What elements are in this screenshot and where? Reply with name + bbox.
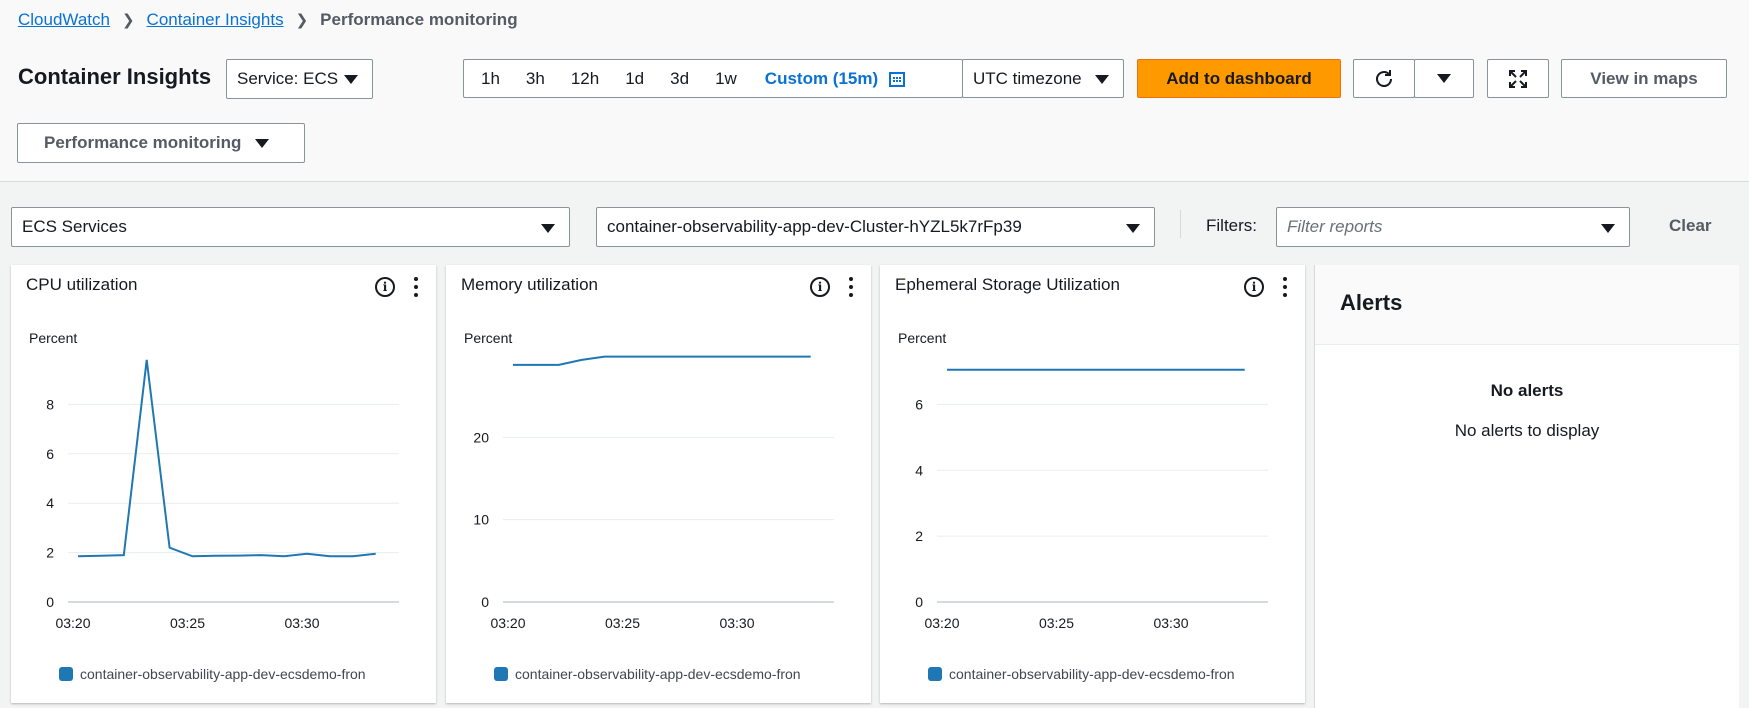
- alerts-panel: Alerts No alerts No alerts to display: [1314, 265, 1739, 708]
- timezone-value: UTC timezone: [973, 68, 1082, 88]
- series-line: [77, 359, 376, 558]
- cpu-utilization-panel: CPU utilization i Percent 0 2 4 6 8 03:20 03:2…: [11, 265, 436, 703]
- y-tick-label: 10: [473, 512, 489, 528]
- memory-chart: 0 10 20 03:20 03:25 03:30: [473, 355, 834, 631]
- caret-down-icon: [1437, 74, 1451, 83]
- view-in-maps-button[interactable]: View in maps: [1561, 59, 1727, 98]
- x-tick-label: 03:20: [924, 615, 959, 631]
- cpu-chart: 0 2 4 6 8 03:20 03:25 03:30: [46, 359, 399, 631]
- chevron-right-icon: ❯: [295, 12, 309, 29]
- y-tick-label: 2: [46, 545, 54, 561]
- legend-swatch: [928, 667, 942, 681]
- x-tick-label: 03:30: [1153, 615, 1188, 631]
- x-tick-label: 03:20: [490, 615, 525, 631]
- legend-label: container-observability-app-dev-ecsdemo-…: [949, 666, 1235, 682]
- filter-placeholder: Filter reports: [1287, 217, 1383, 236]
- range-custom[interactable]: Custom (15m): [765, 69, 878, 89]
- range-12h[interactable]: 12h: [571, 69, 599, 89]
- caret-down-icon: [1126, 224, 1140, 233]
- clear-button[interactable]: Clear: [1669, 216, 1712, 236]
- divider: [1180, 210, 1181, 238]
- y-tick-label: 4: [46, 495, 54, 511]
- range-3h[interactable]: 3h: [526, 69, 545, 89]
- legend-swatch: [494, 667, 508, 681]
- caret-down-icon: [1601, 224, 1615, 233]
- caret-down-icon: [344, 75, 358, 84]
- filter-input[interactable]: Filter reports: [1276, 207, 1630, 247]
- series-line: [513, 355, 811, 366]
- resource-type-value: ECS Services: [22, 217, 127, 236]
- caret-down-icon: [1095, 75, 1109, 84]
- calendar-icon[interactable]: [889, 71, 906, 87]
- x-tick-label: 03:25: [170, 615, 205, 631]
- breadcrumb-container-insights[interactable]: Container Insights: [147, 10, 284, 30]
- x-tick-label: 03:20: [55, 615, 90, 631]
- timezone-select[interactable]: UTC timezone: [962, 59, 1124, 98]
- service-select-value: Service: ECS: [237, 69, 339, 88]
- cluster-value: container-observability-app-dev-Cluster-…: [607, 217, 1022, 236]
- legend-label: container-observability-app-dev-ecsdemo-…: [80, 666, 366, 682]
- chevron-right-icon: ❯: [121, 12, 135, 29]
- breadcrumb: CloudWatch ❯ Container Insights ❯ Perfor…: [18, 10, 518, 30]
- legend-item[interactable]: container-observability-app-dev-ecsdemo-…: [59, 666, 414, 682]
- no-alerts-title: No alerts: [1490, 381, 1564, 400]
- storage-chart: 0 2 4 6 03:20 03:25 03:30: [915, 368, 1268, 631]
- y-tick-label: 4: [915, 462, 923, 478]
- y-tick-label: 2: [915, 528, 923, 544]
- x-tick-label: 03:30: [719, 615, 754, 631]
- alerts-title: Alerts: [1315, 265, 1739, 345]
- y-tick-label: 0: [46, 594, 54, 610]
- caret-down-icon: [255, 138, 270, 148]
- y-tick-label: 0: [481, 594, 489, 610]
- page-header: CloudWatch ❯ Container Insights ❯ Perfor…: [0, 0, 1749, 182]
- cluster-select[interactable]: container-observability-app-dev-Cluster-…: [596, 207, 1155, 247]
- view-select-value: Performance monitoring: [44, 133, 242, 152]
- legend-item[interactable]: container-observability-app-dev-ecsdemo-…: [928, 666, 1283, 682]
- y-tick-label: 6: [46, 446, 54, 462]
- range-1w[interactable]: 1w: [715, 69, 737, 89]
- expand-icon: [1509, 69, 1527, 88]
- x-tick-label: 03:25: [605, 615, 640, 631]
- page-title: Container Insights: [18, 64, 212, 89]
- range-1h[interactable]: 1h: [481, 69, 500, 89]
- refresh-options-button[interactable]: [1414, 59, 1474, 98]
- view-select[interactable]: Performance monitoring: [17, 123, 305, 163]
- ephemeral-storage-panel: Ephemeral Storage Utilization i Percent …: [880, 265, 1305, 703]
- range-3d[interactable]: 3d: [670, 69, 689, 89]
- fullscreen-button[interactable]: [1487, 59, 1549, 98]
- no-alerts-text: No alerts to display: [1454, 421, 1600, 440]
- y-tick-label: 6: [915, 396, 923, 412]
- legend-swatch: [59, 667, 73, 681]
- refresh-icon: [1376, 69, 1392, 87]
- y-tick-label: 20: [473, 429, 489, 445]
- resource-type-select[interactable]: ECS Services: [11, 207, 570, 247]
- breadcrumb-cloudwatch[interactable]: CloudWatch: [18, 10, 110, 30]
- y-tick-label: 0: [915, 594, 923, 610]
- legend-label: container-observability-app-dev-ecsdemo-…: [515, 666, 801, 682]
- x-tick-label: 03:25: [1039, 615, 1074, 631]
- breadcrumb-current: Performance monitoring: [320, 10, 518, 29]
- y-tick-label: 8: [46, 396, 54, 412]
- refresh-button[interactable]: [1353, 59, 1415, 98]
- x-tick-label: 03:30: [284, 615, 319, 631]
- service-select[interactable]: Service: ECS: [226, 59, 373, 99]
- range-1d[interactable]: 1d: [625, 69, 644, 89]
- filters-label: Filters:: [1206, 216, 1257, 235]
- memory-utilization-panel: Memory utilization i Percent 0 10 20 03:20 0…: [446, 265, 871, 703]
- caret-down-icon: [541, 224, 555, 233]
- time-range-selector: 1h 3h 12h 1d 3d 1w Custom (15m): [463, 59, 963, 98]
- add-to-dashboard-button[interactable]: Add to dashboard: [1137, 59, 1341, 98]
- legend-item[interactable]: container-observability-app-dev-ecsdemo-…: [494, 666, 849, 682]
